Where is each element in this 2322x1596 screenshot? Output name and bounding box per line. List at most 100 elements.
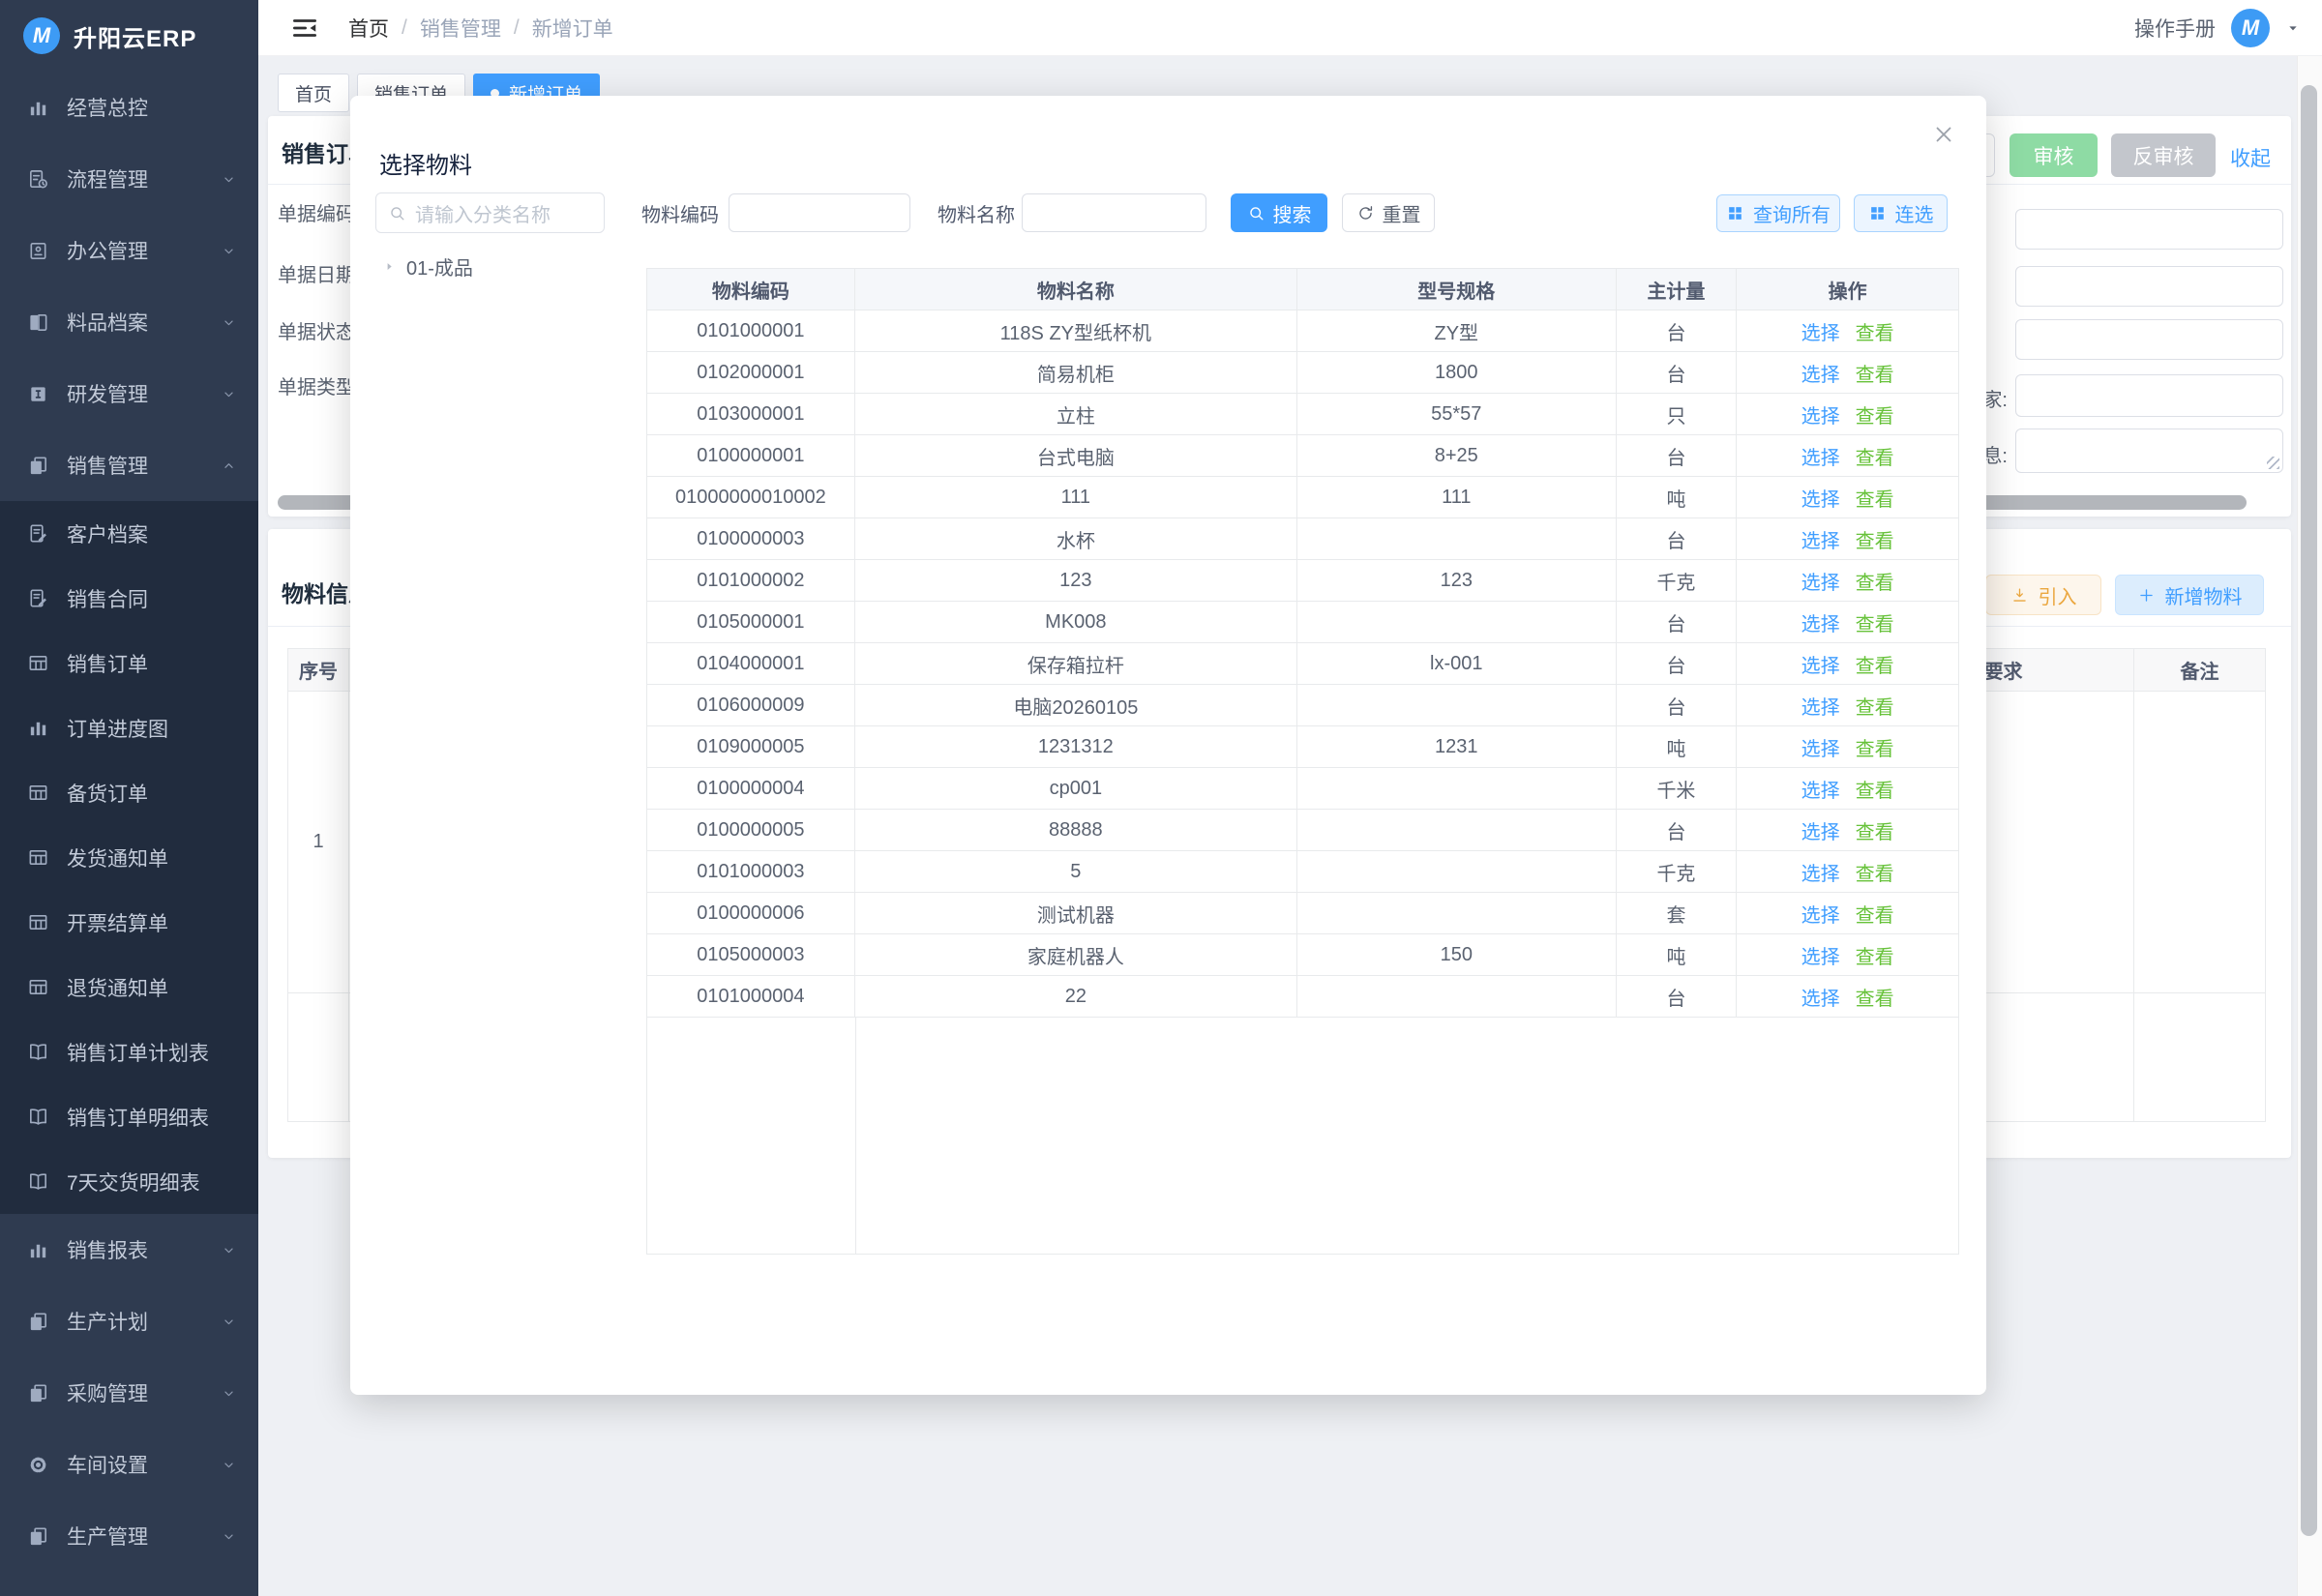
sidebar-subitem-5[interactable]: 发货通知单 — [0, 825, 258, 890]
sidebar-subitem-4[interactable]: 备货订单 — [0, 760, 258, 825]
sidebar-subitem-7[interactable]: 退货通知单 — [0, 955, 258, 1020]
tree-node-finished-goods[interactable]: 01-成品 — [382, 252, 473, 281]
view-link[interactable]: 查看 — [1856, 650, 1894, 678]
sidebar-subitem-6[interactable]: 开票结算单 — [0, 890, 258, 955]
search-button[interactable]: 搜索 — [1231, 193, 1327, 232]
select-link[interactable]: 选择 — [1801, 775, 1840, 803]
view-link[interactable]: 查看 — [1856, 567, 1894, 595]
view-link[interactable]: 查看 — [1856, 816, 1894, 844]
sidebar-item-8[interactable]: 采购管理 — [0, 1357, 258, 1429]
sidebar-subitem-3[interactable]: 订单进度图 — [0, 695, 258, 760]
sidebar-item-5[interactable]: 销售管理 — [0, 429, 258, 501]
select-link[interactable]: 选择 — [1801, 650, 1840, 678]
sidebar-item-label: 销售合同 — [67, 584, 148, 613]
sidebar-item-6[interactable]: 销售报表 — [0, 1214, 258, 1286]
reset-button[interactable]: 重置 — [1342, 193, 1435, 232]
sidebar-item-1[interactable]: 流程管理 — [0, 143, 258, 215]
cell-name: 家庭机器人 — [855, 934, 1297, 975]
chevron-down-icon — [221, 1528, 237, 1545]
sidebar-item-2[interactable]: 办公管理 — [0, 215, 258, 286]
unaudit-button[interactable]: 反审核 — [2111, 133, 2216, 177]
view-link[interactable]: 查看 — [1856, 900, 1894, 928]
select-link[interactable]: 选择 — [1801, 608, 1840, 636]
view-link[interactable]: 查看 — [1856, 608, 1894, 636]
view-link[interactable]: 查看 — [1856, 692, 1894, 720]
collapse-link[interactable]: 收起 — [2230, 143, 2271, 172]
select-link[interactable]: 选择 — [1801, 525, 1840, 553]
view-link[interactable]: 查看 — [1856, 983, 1894, 1011]
caret-down-icon[interactable] — [2285, 20, 2301, 36]
view-link[interactable]: 查看 — [1856, 775, 1894, 803]
sidebar-subitem-10[interactable]: 7天交货明细表 — [0, 1149, 258, 1214]
add-material-button[interactable]: 新增物料 — [2115, 575, 2264, 615]
view-link[interactable]: 查看 — [1856, 484, 1894, 512]
sidebar-subitem-2[interactable]: 销售订单 — [0, 631, 258, 695]
select-link[interactable]: 选择 — [1801, 400, 1840, 429]
refresh-icon — [1356, 204, 1375, 222]
order-input-2[interactable] — [2015, 266, 2283, 307]
select-link[interactable]: 选择 — [1801, 442, 1840, 470]
select-link[interactable]: 选择 — [1801, 983, 1840, 1011]
view-link[interactable]: 查看 — [1856, 525, 1894, 553]
import-button[interactable]: 引入 — [1985, 575, 2101, 615]
vertical-scrollbar[interactable] — [2301, 85, 2317, 1536]
select-link[interactable]: 选择 — [1801, 692, 1840, 720]
sidebar-subitem-9[interactable]: 销售订单明细表 — [0, 1084, 258, 1149]
audit-button[interactable]: 审核 — [2009, 133, 2098, 177]
material-name-input[interactable] — [1022, 193, 1206, 232]
order-textarea-info[interactable] — [2015, 429, 2283, 473]
order-input-3[interactable] — [2015, 319, 2283, 360]
view-link[interactable]: 查看 — [1856, 733, 1894, 761]
select-link[interactable]: 选择 — [1801, 733, 1840, 761]
view-link[interactable]: 查看 — [1856, 317, 1894, 345]
breadcrumb-item-0[interactable]: 首页 — [348, 14, 389, 43]
manual-link[interactable]: 操作手册 — [2134, 14, 2216, 43]
query-all-button[interactable]: 查询所有 — [1716, 194, 1840, 232]
sidebar-item-10[interactable]: 生产管理 — [0, 1500, 258, 1572]
breadcrumb-item-2[interactable]: 新增订单 — [532, 14, 613, 43]
select-link[interactable]: 选择 — [1801, 567, 1840, 595]
sidebar-item-3[interactable]: 料品档案 — [0, 286, 258, 358]
sidebar-item-11[interactable]: 加工车间 — [0, 1572, 258, 1596]
view-link[interactable]: 查看 — [1856, 941, 1894, 969]
cell-unit: 只 — [1617, 394, 1738, 434]
resize-handle[interactable] — [2267, 457, 2279, 469]
multi-select-button[interactable]: 连选 — [1854, 194, 1948, 232]
select-link[interactable]: 选择 — [1801, 941, 1840, 969]
sidebar-subitem-1[interactable]: 销售合同 — [0, 566, 258, 631]
view-link[interactable]: 查看 — [1856, 400, 1894, 429]
chevron-down-icon — [221, 243, 237, 259]
multi-select-button-label: 连选 — [1895, 199, 1934, 227]
select-link[interactable]: 选择 — [1801, 900, 1840, 928]
col-header-1: 物料名称 — [855, 269, 1297, 310]
sidebar-item-0[interactable]: 经营总控 — [0, 72, 258, 143]
collapse-menu-icon[interactable] — [290, 14, 319, 43]
select-link[interactable]: 选择 — [1801, 359, 1840, 387]
close-icon[interactable] — [1931, 122, 1960, 151]
select-link[interactable]: 选择 — [1801, 858, 1840, 886]
sidebar-item-label: 办公管理 — [67, 236, 148, 265]
sidebar-subitem-0[interactable]: 客户档案 — [0, 501, 258, 566]
category-search-input[interactable]: 请输入分类名称 — [375, 192, 605, 233]
sidebar-item-9[interactable]: 车间设置 — [0, 1429, 258, 1500]
plus-icon — [2137, 586, 2156, 605]
view-link[interactable]: 查看 — [1856, 442, 1894, 470]
chevron-down-icon — [221, 1385, 237, 1402]
select-link[interactable]: 选择 — [1801, 484, 1840, 512]
material-code-input[interactable] — [729, 193, 910, 232]
view-link[interactable]: 查看 — [1856, 858, 1894, 886]
bar-chart-icon — [27, 97, 49, 119]
doc-edit-icon — [27, 587, 49, 609]
sidebar-subitem-8[interactable]: 销售订单计划表 — [0, 1020, 258, 1084]
order-input-vendor[interactable] — [2015, 374, 2283, 417]
sidebar-item-4[interactable]: 研发管理 — [0, 358, 258, 429]
view-link[interactable]: 查看 — [1856, 359, 1894, 387]
tab-0[interactable]: 首页 — [278, 74, 349, 112]
cell-actions: 选择查看 — [1737, 934, 1958, 975]
avatar[interactable]: M — [2231, 9, 2270, 47]
select-link[interactable]: 选择 — [1801, 816, 1840, 844]
breadcrumb-item-1[interactable]: 销售管理 — [420, 14, 501, 43]
order-input-1[interactable] — [2015, 209, 2283, 250]
sidebar-item-7[interactable]: 生产计划 — [0, 1286, 258, 1357]
select-link[interactable]: 选择 — [1801, 317, 1840, 345]
